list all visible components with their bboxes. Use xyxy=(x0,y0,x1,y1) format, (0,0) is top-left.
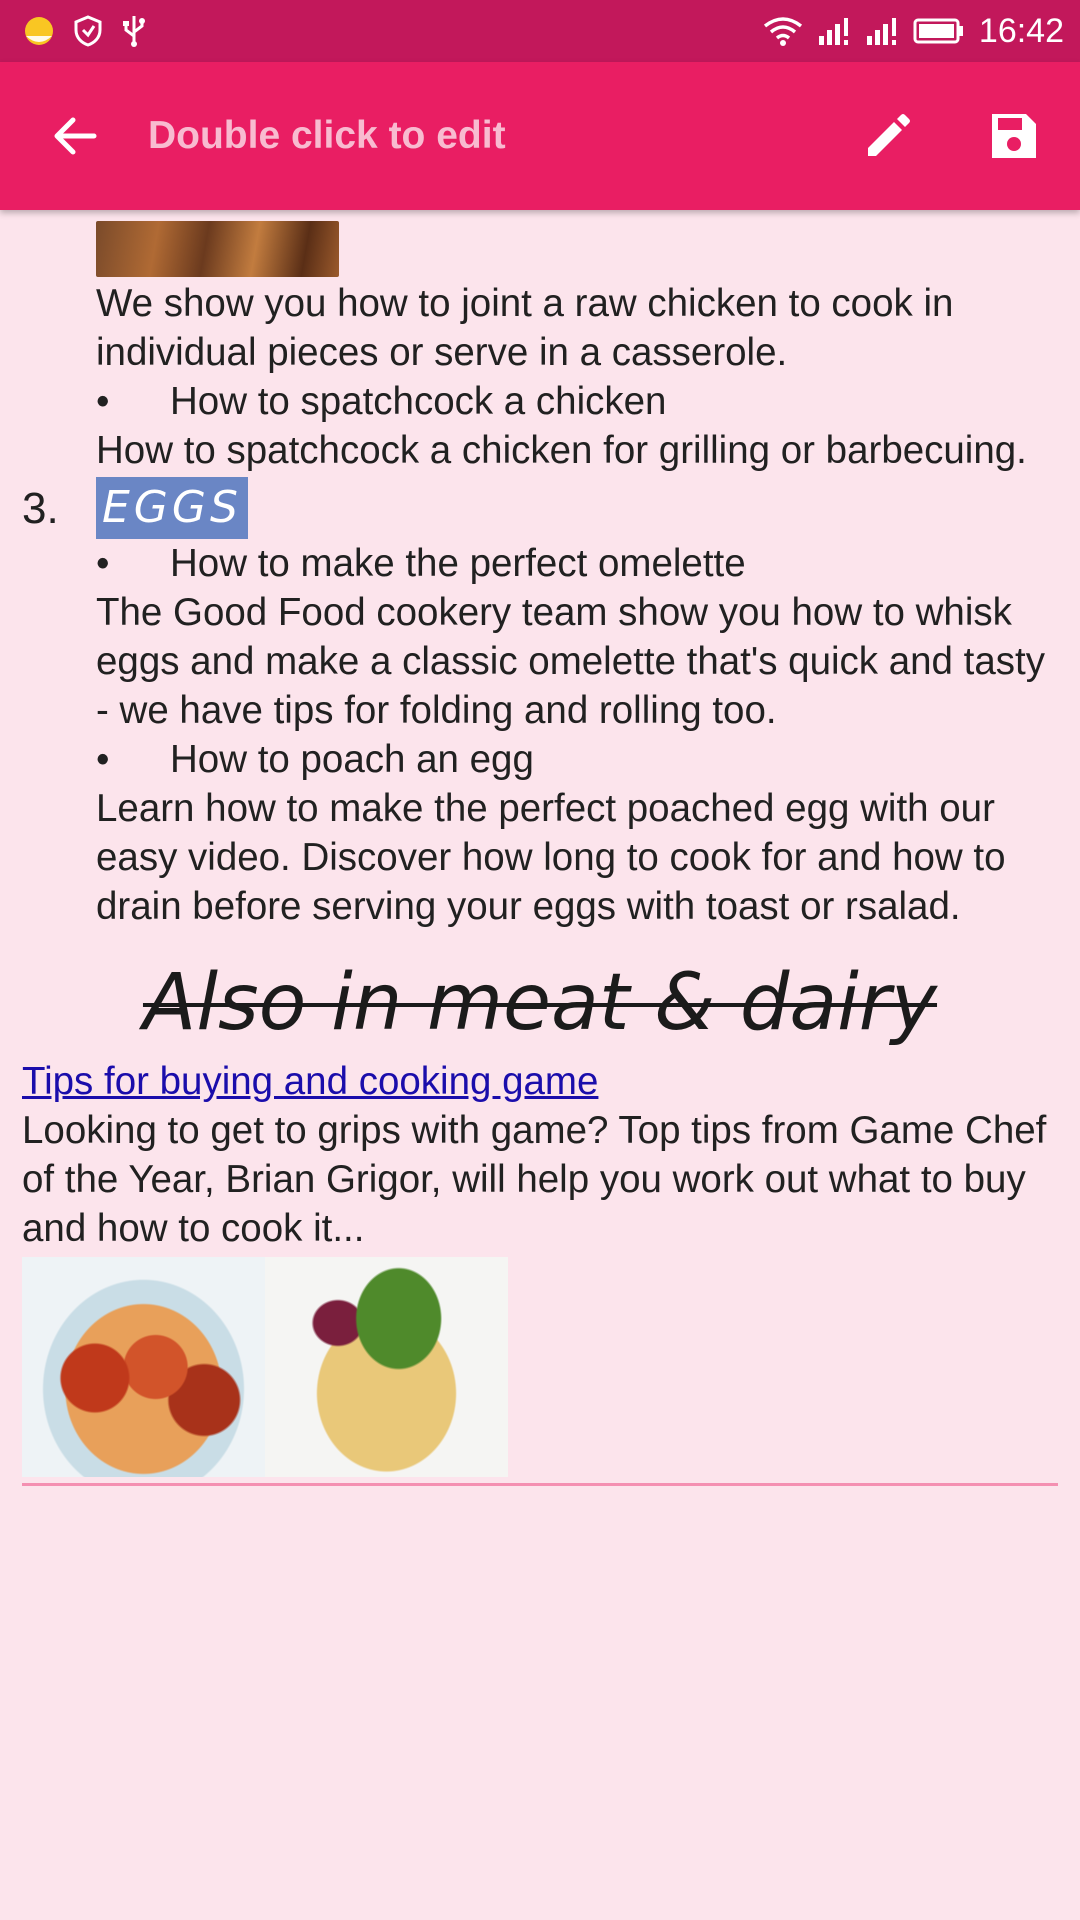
bullet-symbol: • xyxy=(96,380,110,423)
bullet-text: How to poach an egg xyxy=(170,738,534,781)
section-number: 3. xyxy=(22,483,59,533)
omelette-image xyxy=(265,1257,508,1477)
bullet-item-poach: • How to poach an egg xyxy=(0,735,1080,784)
save-button[interactable] xyxy=(974,96,1054,176)
status-bar: 16:42 xyxy=(0,0,1080,62)
shield-icon xyxy=(74,15,102,47)
bullet-text: How to make the perfect omelette xyxy=(170,542,746,585)
also-heading: Also in meat & dairy xyxy=(142,958,938,1048)
chicken-stew-image xyxy=(22,1257,265,1477)
bullet-item-spatchcock: • How to spatchcock a chicken xyxy=(0,377,1080,426)
photo-row xyxy=(0,1257,1080,1477)
spatchcock-description: How to spatchcock a chicken for grilling… xyxy=(96,429,1027,472)
usb-icon xyxy=(120,14,148,48)
app-bar-title[interactable]: Double click to edit xyxy=(148,114,506,158)
app-bar: Double click to edit xyxy=(0,62,1080,210)
pencil-icon xyxy=(868,114,910,156)
game-tips-link[interactable]: Tips for buying and cooking game xyxy=(22,1060,598,1103)
battery-icon xyxy=(913,17,965,45)
bullet-text: How to spatchcock a chicken xyxy=(170,380,667,423)
poach-description: Learn how to make the perfect poached eg… xyxy=(96,787,1006,928)
bullet-symbol: • xyxy=(96,542,110,585)
section-3-heading: 3. EGGS xyxy=(0,477,1080,539)
weather-icon xyxy=(22,14,56,48)
clock: 16:42 xyxy=(978,11,1064,50)
edit-button[interactable] xyxy=(848,96,928,176)
signal-icon xyxy=(817,16,851,46)
back-button[interactable] xyxy=(42,104,106,168)
selected-text-eggs[interactable]: EGGS xyxy=(96,477,248,539)
arrow-back-icon xyxy=(54,117,97,155)
game-description: Looking to get to grips with game? Top t… xyxy=(22,1109,1047,1250)
omelette-description: The Good Food cookery team show you how … xyxy=(96,591,1045,732)
divider xyxy=(22,1483,1058,1486)
save-icon xyxy=(992,114,1036,158)
bullet-symbol: • xyxy=(96,738,110,781)
chicken-image xyxy=(96,221,339,277)
chicken-joint-description: We show you how to joint a raw chicken t… xyxy=(96,282,954,374)
note-content[interactable]: We show you how to joint a raw chicken t… xyxy=(0,210,1080,1920)
wifi-icon xyxy=(763,16,803,46)
bullet-item-omelette: • How to make the perfect omelette xyxy=(0,539,1080,588)
signal-icon xyxy=(865,16,899,46)
